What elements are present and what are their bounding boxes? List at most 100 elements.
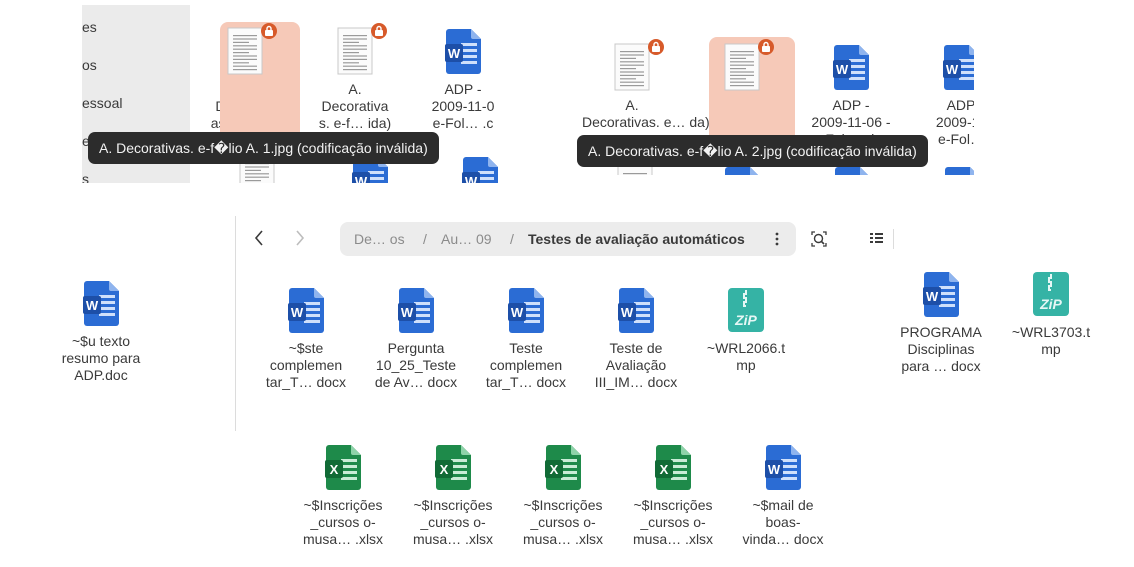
file-item[interactable]: W Teste complemen tar_T… docx bbox=[476, 286, 576, 391]
file-name-line: tar_T… docx bbox=[485, 374, 567, 390]
file-icon[interactable]: W bbox=[942, 165, 974, 175]
file-name-line: ~$ste bbox=[288, 340, 324, 356]
vertical-dots-icon[interactable] bbox=[774, 232, 780, 249]
svg-text:X: X bbox=[440, 462, 449, 477]
file-name-label: ~WRL2066.t mp bbox=[696, 340, 796, 374]
file-icon: W bbox=[396, 286, 436, 334]
file-name-line: complemen bbox=[269, 357, 343, 373]
file-item[interactable]: X ~$Inscrições _cursos o-musa… .xlsx bbox=[623, 443, 723, 548]
file-name-line: A. bbox=[348, 81, 362, 97]
path-segment[interactable]: Au… 09 bbox=[441, 231, 492, 247]
desktop-file-item[interactable]: W ~$u texto resumo para ADP.doc bbox=[51, 279, 151, 384]
path-bar[interactable]: De… os / Au… 09 / Testes de avaliação au… bbox=[340, 222, 796, 256]
file-item[interactable]: W Pergunta 10_25_Teste de Av… docx bbox=[366, 286, 466, 391]
file-name-line: Decorativa bbox=[321, 98, 389, 114]
forward-button[interactable] bbox=[291, 228, 309, 253]
excel-spreadsheet-icon: X bbox=[655, 445, 691, 490]
path-segment[interactable]: De… os bbox=[354, 231, 405, 247]
file-item[interactable]: W ADP -2009-11-06 -e-Fol… .doc bbox=[801, 43, 901, 148]
svg-text:W: W bbox=[926, 289, 939, 304]
file-name-label: A.Decorativas. e-f… ida) bbox=[305, 81, 405, 132]
file-name-line: ~$u texto bbox=[72, 333, 130, 349]
file-name-line: e-Fol… .c bbox=[432, 115, 494, 131]
file-name-label: ~$u texto resumo para ADP.doc bbox=[51, 333, 151, 384]
file-icon: X bbox=[433, 443, 473, 491]
file-name-line: _cursos o- bbox=[420, 514, 486, 530]
file-name-label: ADP -2009-11-0 e-Fol… .c bbox=[413, 81, 513, 132]
file-name-line: Decorativas. e… da) bbox=[582, 114, 710, 130]
file-name-line: s. e-f… ida) bbox=[318, 115, 392, 131]
image-thumbnail-icon bbox=[614, 43, 650, 91]
file-item[interactable]: X ~$Inscrições _cursos o-musa… .xlsx bbox=[513, 443, 613, 548]
file-name-label: ~WRL3703.t mp bbox=[1001, 324, 1101, 358]
word-document-icon: W bbox=[943, 45, 974, 90]
word-document-icon: W bbox=[83, 281, 119, 326]
file-item[interactable]: W ADP -2009-11-0 e-Fol… .c bbox=[413, 27, 513, 132]
file-item[interactable]: A.Decorativas. e… da) bbox=[195, 22, 300, 152]
desktop-file-item[interactable]: ZiP ~WRL3703.t mp bbox=[1001, 270, 1101, 358]
chevron-left-icon bbox=[254, 230, 263, 246]
image-thumbnail-icon bbox=[724, 43, 760, 91]
word-document-icon: W bbox=[618, 288, 654, 333]
filename-tooltip: A. Decorativas. e-f�lio A. 1.jpg (codifi… bbox=[88, 132, 439, 164]
desktop-file-item[interactable]: W PROGRAMA Disciplinas para … docx bbox=[891, 270, 991, 375]
search-button[interactable] bbox=[809, 229, 829, 254]
zip-archive-icon: ZiP bbox=[728, 288, 764, 332]
list-view-icon bbox=[870, 233, 883, 243]
file-name-label: Teste complemen tar_T… docx bbox=[476, 340, 576, 391]
file-item[interactable]: X ~$Inscrições _cursos o-musa… .xlsx bbox=[293, 443, 393, 548]
sidebar-item[interactable]: os bbox=[82, 57, 97, 73]
svg-text:ZiP: ZiP bbox=[1039, 296, 1062, 312]
file-name-line: Avaliação bbox=[605, 357, 667, 373]
file-name-label: ~$Inscrições _cursos o-musa… .xlsx bbox=[293, 497, 393, 548]
file-icon: W bbox=[616, 286, 656, 334]
lock-icon bbox=[758, 39, 774, 55]
file-name-line: boas- bbox=[765, 514, 801, 530]
svg-text:W: W bbox=[768, 462, 781, 477]
file-name-label: A.Decorativas. e… da) bbox=[582, 97, 710, 131]
view-button[interactable] bbox=[868, 230, 886, 251]
svg-text:W: W bbox=[946, 62, 959, 77]
path-current-segment[interactable]: Testes de avaliação automáticos bbox=[528, 231, 745, 247]
file-icon bbox=[614, 39, 664, 91]
file-name-label: ~$Inscrições _cursos o-musa… .xlsx bbox=[403, 497, 503, 548]
path-separator: / bbox=[510, 231, 514, 247]
file-icon: W bbox=[286, 286, 326, 334]
file-item[interactable]: A.Decorativas. e-f… ida) bbox=[305, 23, 405, 132]
file-item[interactable]: A.Decorativas. e… da) bbox=[582, 39, 710, 131]
file-item[interactable]: W ~$ste complemen tar_T… docx bbox=[256, 286, 356, 391]
sidebar-item[interactable]: es bbox=[82, 19, 97, 35]
file-icon[interactable]: W bbox=[460, 155, 500, 183]
chevron-right-icon bbox=[296, 230, 305, 246]
back-button[interactable] bbox=[250, 228, 268, 253]
svg-text:W: W bbox=[836, 62, 849, 77]
image-thumbnail-icon bbox=[227, 27, 263, 75]
file-name-line: mp bbox=[736, 357, 756, 373]
file-name-line: PROGRAMA bbox=[900, 324, 982, 340]
file-name-label: ~$Inscrições _cursos o-musa… .xlsx bbox=[513, 497, 613, 548]
excel-spreadsheet-icon: X bbox=[545, 445, 581, 490]
word-document-icon: W bbox=[923, 272, 959, 317]
file-name-line: Teste de bbox=[609, 340, 663, 356]
sidebar-item[interactable]: s bbox=[82, 171, 89, 183]
file-name-line: Teste bbox=[509, 340, 543, 356]
svg-text:ZiP: ZiP bbox=[734, 312, 757, 328]
file-icon: W bbox=[921, 270, 961, 318]
file-item[interactable]: W ~$mail de boas-vinda… docx bbox=[733, 443, 833, 548]
file-name-line: complemen bbox=[489, 357, 563, 373]
image-thumbnail-icon bbox=[337, 27, 373, 75]
sidebar-item[interactable]: essoal bbox=[82, 95, 122, 111]
file-item[interactable]: ZiP ~WRL2066.t mp bbox=[696, 286, 796, 374]
file-name-line: _cursos o- bbox=[640, 514, 706, 530]
file-item[interactable]: W Teste de Avaliação III_IM… docx bbox=[586, 286, 686, 391]
file-icon: W bbox=[941, 43, 974, 91]
file-item[interactable]: X ~$Inscrições _cursos o-musa… .xlsx bbox=[403, 443, 503, 548]
word-document-icon: W bbox=[288, 288, 324, 333]
file-icon: W bbox=[506, 286, 546, 334]
file-icon: ZiP bbox=[726, 286, 766, 334]
file-item[interactable]: W ADP2009-11e-Fol… bbox=[911, 43, 974, 148]
file-name-line: vinda… docx bbox=[742, 531, 824, 547]
file-item[interactable]: A.Decorativas. e-f… ida) bbox=[692, 37, 795, 167]
file-name-line: Pergunta bbox=[387, 340, 445, 356]
file-name-label: PROGRAMA Disciplinas para … docx bbox=[891, 324, 991, 375]
